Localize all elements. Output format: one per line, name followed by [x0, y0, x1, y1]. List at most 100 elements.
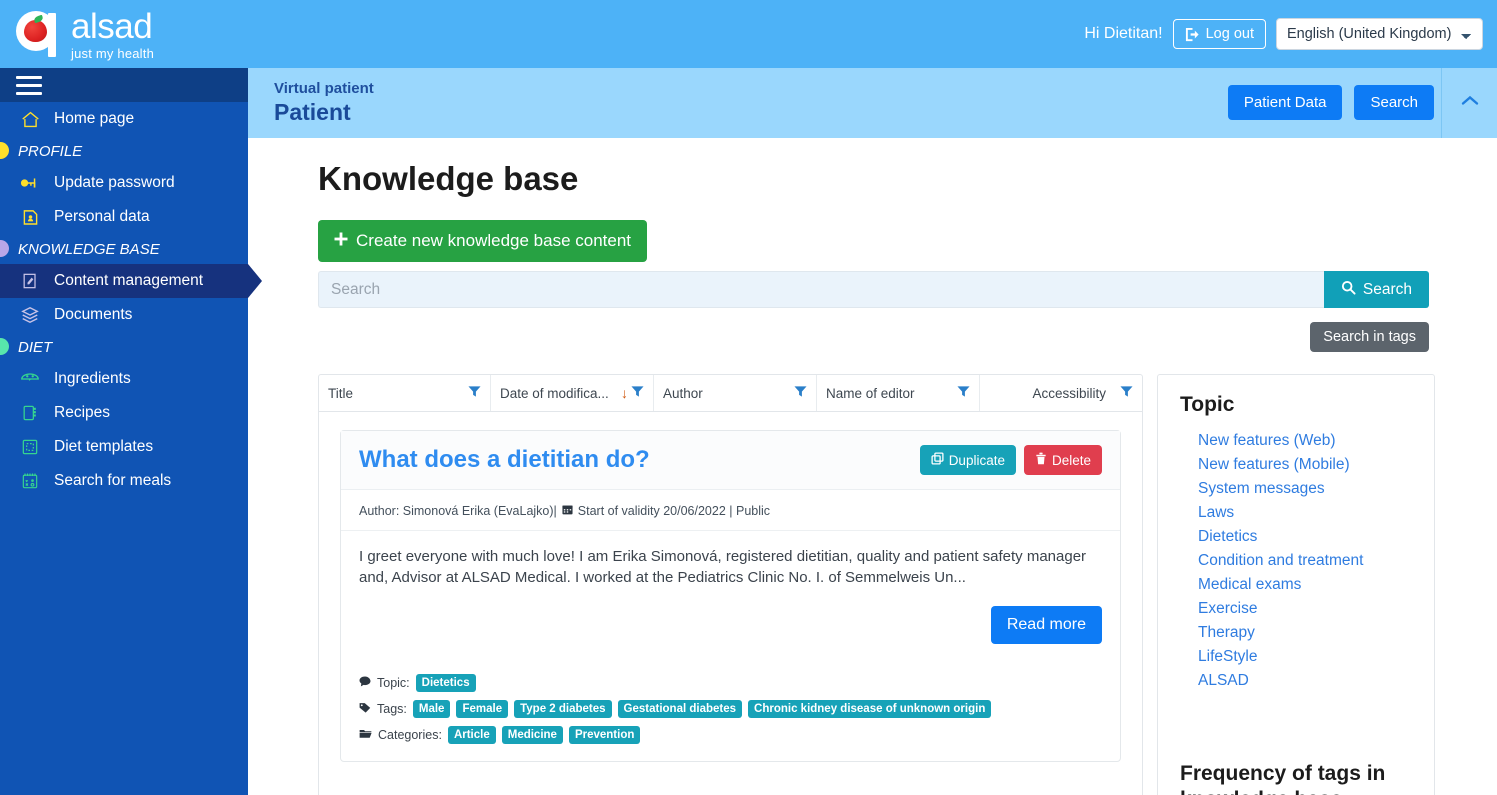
- topic-link-list: New features (Web) New features (Mobile)…: [1198, 429, 1412, 693]
- key-icon: [18, 172, 42, 194]
- sidebar-item-recipes[interactable]: Recipes: [0, 396, 248, 430]
- delete-button[interactable]: Delete: [1023, 445, 1102, 475]
- filter-icon[interactable]: [1120, 385, 1133, 401]
- search-button[interactable]: Search: [1323, 271, 1429, 308]
- entry-excerpt: I greet everyone with much love! I am Er…: [359, 548, 1087, 586]
- page-subject-title: Patient: [274, 99, 351, 125]
- table-header-date-of-modification[interactable]: Date of modifica... ↓: [491, 375, 654, 411]
- tags-row: Tags: Male Female Type 2 diabetes Gestat…: [359, 700, 1102, 719]
- sidebar-item-label: Update password: [54, 174, 175, 191]
- table-header-title[interactable]: Title: [319, 375, 491, 411]
- delete-label: Delete: [1051, 452, 1091, 468]
- filter-icon[interactable]: [794, 385, 807, 401]
- alsad-apple-logo-icon: [16, 11, 62, 57]
- search-meals-icon: [18, 470, 42, 492]
- section-dot-icon: [0, 240, 9, 257]
- sidebar-section-profile: PROFILE: [0, 136, 248, 166]
- read-more-button[interactable]: Read more: [990, 606, 1102, 645]
- topic-link[interactable]: Laws: [1198, 501, 1412, 525]
- page-title: Knowledge base: [318, 160, 579, 197]
- table-header-row: Title Date of modifica... ↓ Author Name …: [319, 375, 1142, 412]
- search-button-label: Search: [1362, 280, 1412, 298]
- table-header-author[interactable]: Author: [654, 375, 817, 411]
- tag-badge[interactable]: Male: [412, 700, 451, 719]
- sidebar-toggle-button[interactable]: [0, 68, 248, 102]
- personal-folder-icon: [18, 206, 42, 228]
- topic-link[interactable]: System messages: [1198, 477, 1412, 501]
- entry-title-link[interactable]: What does a dietitian do?: [359, 446, 650, 474]
- duplicate-label: Duplicate: [948, 452, 1005, 468]
- categories-label: Categories:: [378, 728, 442, 743]
- column-label: Accessibility: [1032, 385, 1106, 401]
- tags-label: Tags:: [377, 702, 407, 717]
- calendar-icon: [562, 504, 573, 518]
- topic-link[interactable]: Condition and treatment: [1198, 549, 1412, 573]
- column-label: Title: [328, 385, 354, 401]
- filter-icon[interactable]: [468, 385, 481, 401]
- topic-row: Topic: Dietetics: [359, 674, 1102, 693]
- recipes-icon: [18, 402, 42, 424]
- filter-icon[interactable]: [957, 385, 970, 401]
- edit-document-icon: [18, 270, 42, 292]
- filter-icon[interactable]: [631, 385, 644, 401]
- sidebar-item-label: Recipes: [54, 404, 110, 421]
- sidebar-item-label: Personal data: [54, 208, 150, 225]
- duplicate-button[interactable]: Duplicate: [919, 445, 1016, 475]
- tag-badge[interactable]: Chronic kidney disease of unknown origin: [748, 700, 992, 719]
- trash-icon: [1035, 452, 1047, 468]
- sidebar-item-label: Home page: [54, 110, 135, 127]
- home-icon: [18, 108, 42, 130]
- topic-badge[interactable]: Dietetics: [415, 674, 476, 693]
- sidebar-section-label: PROFILE: [18, 142, 83, 160]
- table-header-accessibility[interactable]: Accessibility: [980, 375, 1142, 411]
- brand-logo[interactable]: alsad just my health: [0, 9, 154, 60]
- category-badge[interactable]: Prevention: [568, 726, 641, 745]
- search-input[interactable]: [318, 271, 1324, 308]
- sidebar-section-label: KNOWLEDGE BASE: [18, 240, 160, 258]
- topic-link[interactable]: Exercise: [1198, 597, 1412, 621]
- sidebar-item-content-management[interactable]: Content management: [0, 264, 262, 298]
- brand-name: alsad: [71, 6, 153, 46]
- patient-search-button[interactable]: Search: [1354, 85, 1434, 120]
- topic-link[interactable]: ALSAD: [1198, 669, 1412, 693]
- search-in-tags-button[interactable]: Search in tags: [1310, 322, 1429, 352]
- sidebar-item-home-page[interactable]: Home page: [0, 102, 248, 136]
- sort-descending-icon[interactable]: ↓: [621, 386, 628, 400]
- logout-button[interactable]: Log out: [1172, 19, 1266, 49]
- sidebar-item-diet-templates[interactable]: Diet templates: [0, 430, 248, 464]
- search-bar: Search: [318, 271, 1429, 308]
- category-badge[interactable]: Article: [447, 726, 496, 745]
- topic-link[interactable]: LifeStyle: [1198, 645, 1412, 669]
- topic-link[interactable]: Therapy: [1198, 621, 1412, 645]
- copy-icon: [931, 452, 944, 468]
- tag-badge[interactable]: Type 2 diabetes: [514, 700, 612, 719]
- sidebar-item-search-for-meals[interactable]: Search for meals: [0, 464, 248, 498]
- sidebar-item-documents[interactable]: Documents: [0, 298, 248, 332]
- sidebar-item-ingredients[interactable]: Ingredients: [0, 362, 248, 396]
- create-knowledge-base-content-button[interactable]: Create new knowledge base content: [318, 220, 648, 262]
- brand-tagline: just my health: [71, 45, 155, 61]
- topic-link[interactable]: New features (Web): [1198, 429, 1412, 453]
- patient-data-button[interactable]: Patient Data: [1227, 85, 1343, 120]
- hamburger-icon: [16, 75, 42, 95]
- table-header-name-of-editor[interactable]: Name of editor: [817, 375, 980, 411]
- sidebar-item-personal-data[interactable]: Personal data: [0, 200, 248, 234]
- topic-link[interactable]: Medical exams: [1198, 573, 1412, 597]
- tag-badge[interactable]: Female: [456, 700, 509, 719]
- plus-icon: [334, 231, 348, 251]
- language-select[interactable]: English (United Kingdom): [1276, 18, 1483, 50]
- chevron-up-icon: [1460, 94, 1480, 112]
- column-label: Date of modifica...: [500, 385, 609, 401]
- tag-badge[interactable]: Gestational diabetes: [617, 700, 743, 719]
- collapse-band-button[interactable]: [1441, 68, 1497, 138]
- topic-link[interactable]: Dietetics: [1198, 525, 1412, 549]
- search-icon: [1341, 280, 1356, 300]
- sidebar-item-update-password[interactable]: Update password: [0, 166, 248, 200]
- category-badge[interactable]: Medicine: [501, 726, 563, 745]
- layers-icon: [18, 304, 42, 326]
- topic-link[interactable]: New features (Mobile): [1198, 453, 1412, 477]
- entry-validity-text: Start of validity 20/06/2022 | Public: [577, 504, 771, 518]
- sidebar: Home page PROFILE Update password Person…: [0, 68, 262, 795]
- folder-open-icon: [359, 726, 372, 744]
- logout-label: Log out: [1205, 26, 1254, 42]
